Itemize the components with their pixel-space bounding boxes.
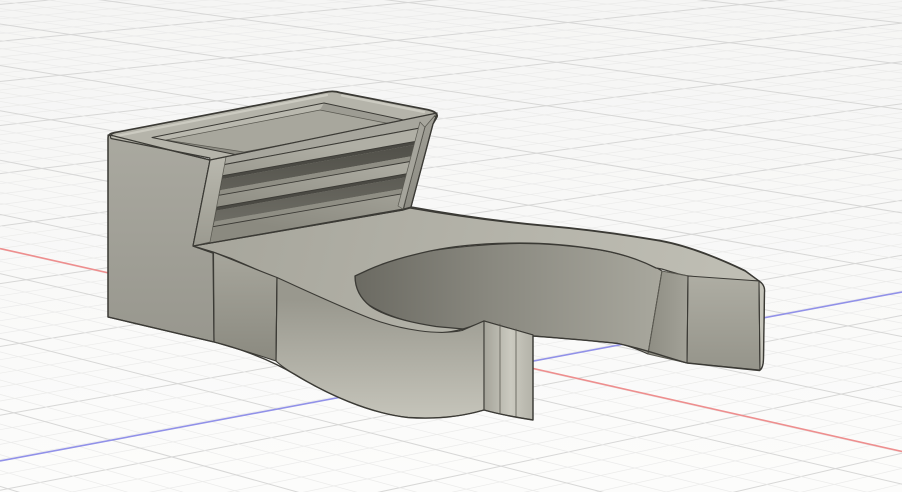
cad-viewport[interactable] — [0, 0, 902, 492]
right-prong-end-face[interactable] — [687, 276, 760, 370]
viewport-canvas[interactable] — [0, 0, 902, 492]
left-prong-tip-face[interactable] — [484, 321, 533, 420]
